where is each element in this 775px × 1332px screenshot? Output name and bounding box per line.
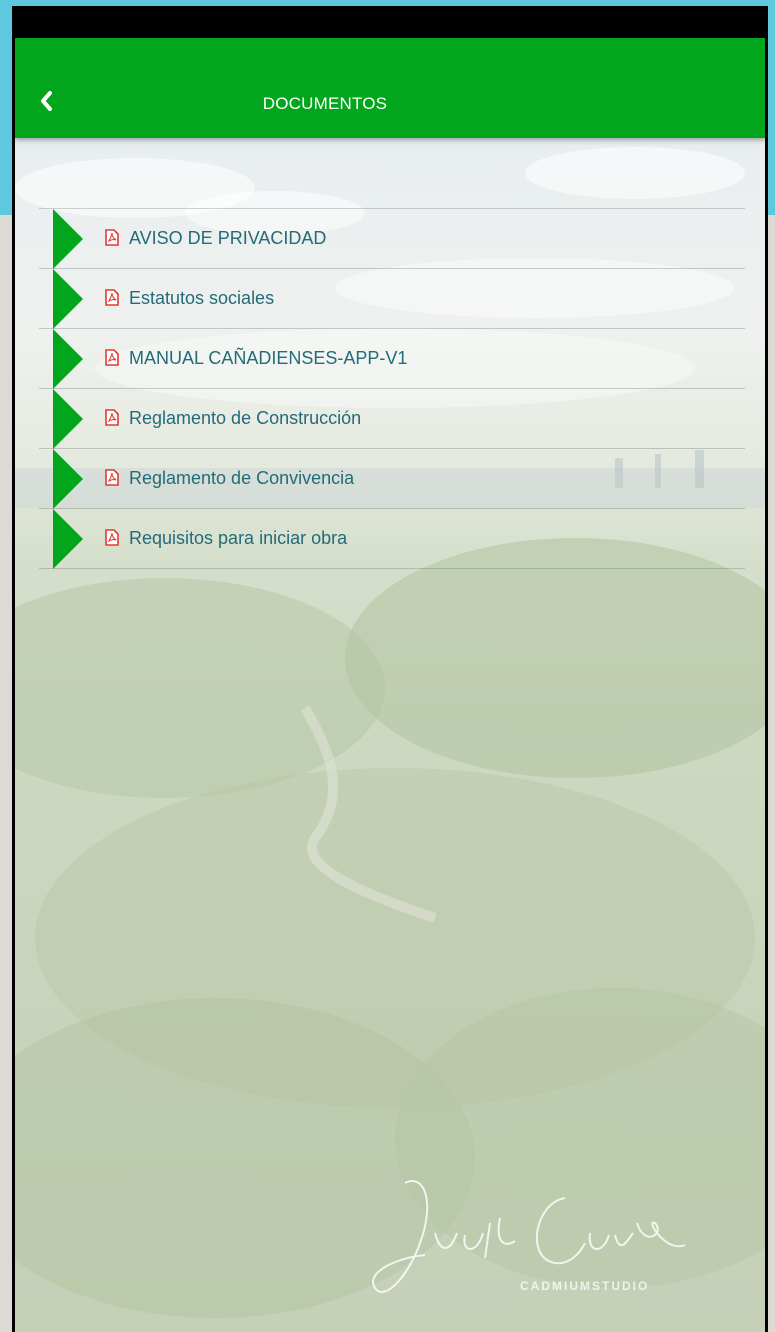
document-item-manual-canadienses-app-v1[interactable]: MANUAL CAÑADIENSES-APP-V1: [39, 329, 745, 389]
document-label: Requisitos para iniciar obra: [129, 528, 348, 548]
document-label: Reglamento de Convivencia: [129, 468, 355, 488]
green-flag-marker: [53, 209, 83, 269]
pdf-icon: [105, 469, 119, 486]
pdf-icon: [105, 289, 119, 306]
pdf-icon: [105, 409, 119, 426]
phone-frame: DOCUMENTOS AVISO DE PRIVACIDAD Estatutos…: [12, 6, 768, 1332]
document-label: MANUAL CAÑADIENSES-APP-V1: [129, 348, 408, 368]
document-item-reglamento-de-convivencia[interactable]: Reglamento de Convivencia: [39, 449, 745, 509]
document-item-requisitos-para-iniciar-obra[interactable]: Requisitos para iniciar obra: [39, 509, 745, 569]
document-item-aviso-de-privacidad[interactable]: AVISO DE PRIVACIDAD: [39, 209, 745, 269]
documents-list: AVISO DE PRIVACIDAD Estatutos sociales M…: [39, 208, 745, 569]
document-item-reglamento-de-construccion[interactable]: Reglamento de Construcción: [39, 389, 745, 449]
photographer-signature-watermark: [372, 1180, 686, 1293]
document-label: Reglamento de Construcción: [129, 408, 362, 428]
pdf-icon: [105, 529, 119, 546]
app-screen: DOCUMENTOS AVISO DE PRIVACIDAD Estatutos…: [15, 38, 765, 1332]
page-title: DOCUMENTOS: [262, 94, 388, 113]
green-flag-marker: [53, 449, 83, 509]
pdf-icon: [105, 349, 119, 366]
document-label: AVISO DE PRIVACIDAD: [129, 228, 327, 248]
green-flag-marker: [53, 389, 83, 449]
green-flag-marker: [53, 329, 83, 389]
document-item-estatutos-sociales[interactable]: Estatutos sociales: [39, 269, 745, 329]
app-header: DOCUMENTOS: [15, 38, 765, 138]
green-flag-marker: [53, 509, 83, 569]
pdf-icon: [105, 229, 119, 246]
document-label: Estatutos sociales: [129, 288, 275, 308]
green-flag-marker: [53, 269, 83, 329]
